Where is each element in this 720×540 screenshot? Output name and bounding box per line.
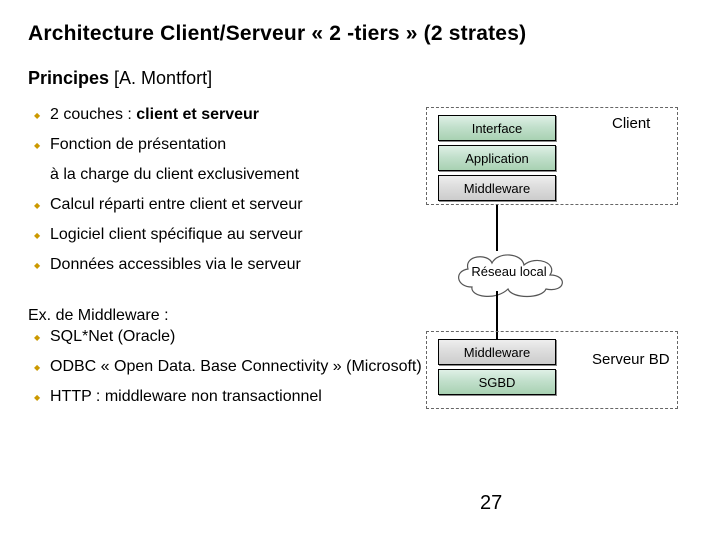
client-label: Client — [612, 115, 650, 132]
list-item: ODBC « Open Data. Base Connectivity » (M… — [50, 355, 692, 379]
subtitle-rest: [A. Montfort] — [109, 68, 212, 88]
list-item-sub: à la charge du client exclusivement — [50, 163, 418, 187]
list-item: SQL*Net (Oracle) — [50, 325, 692, 349]
list-item: Logiciel client spécifique au serveur — [50, 223, 418, 247]
middleware-heading: Ex. de Middleware : — [28, 307, 692, 325]
list-item: 2 couches : client et serveur — [50, 103, 418, 127]
subtitle: Principes [A. Montfort] — [28, 68, 692, 89]
box-interface: Interface — [438, 115, 556, 141]
client-stack: Interface Application Middleware — [438, 115, 556, 201]
list-item: Données accessibles via le serveur — [50, 253, 418, 277]
network-cloud: Réseau local — [450, 249, 568, 293]
list-item: Fonction de présentation — [50, 133, 418, 157]
diagram: Client Interface Application Middleware … — [426, 103, 692, 283]
network-label: Réseau local — [450, 249, 568, 293]
page-title: Architecture Client/Serveur « 2 -tiers »… — [28, 22, 692, 46]
middleware-section: Ex. de Middleware : SQL*Net (Oracle) ODB… — [28, 307, 692, 409]
bullet-text-strong: client et serveur — [136, 106, 259, 123]
bullet-list: 2 couches : client et serveur Fonction d… — [28, 103, 418, 283]
slide: Architecture Client/Serveur « 2 -tiers »… — [0, 0, 720, 540]
connector-line — [496, 205, 498, 251]
box-middleware-client: Middleware — [438, 175, 556, 201]
bullet-text: 2 couches : — [50, 106, 136, 123]
subtitle-strong: Principes — [28, 68, 109, 88]
box-application: Application — [438, 145, 556, 171]
list-item: HTTP : middleware non transactionnel — [50, 385, 692, 409]
page-number: 27 — [480, 492, 502, 515]
list-item: Calcul réparti entre client et serveur — [50, 193, 418, 217]
